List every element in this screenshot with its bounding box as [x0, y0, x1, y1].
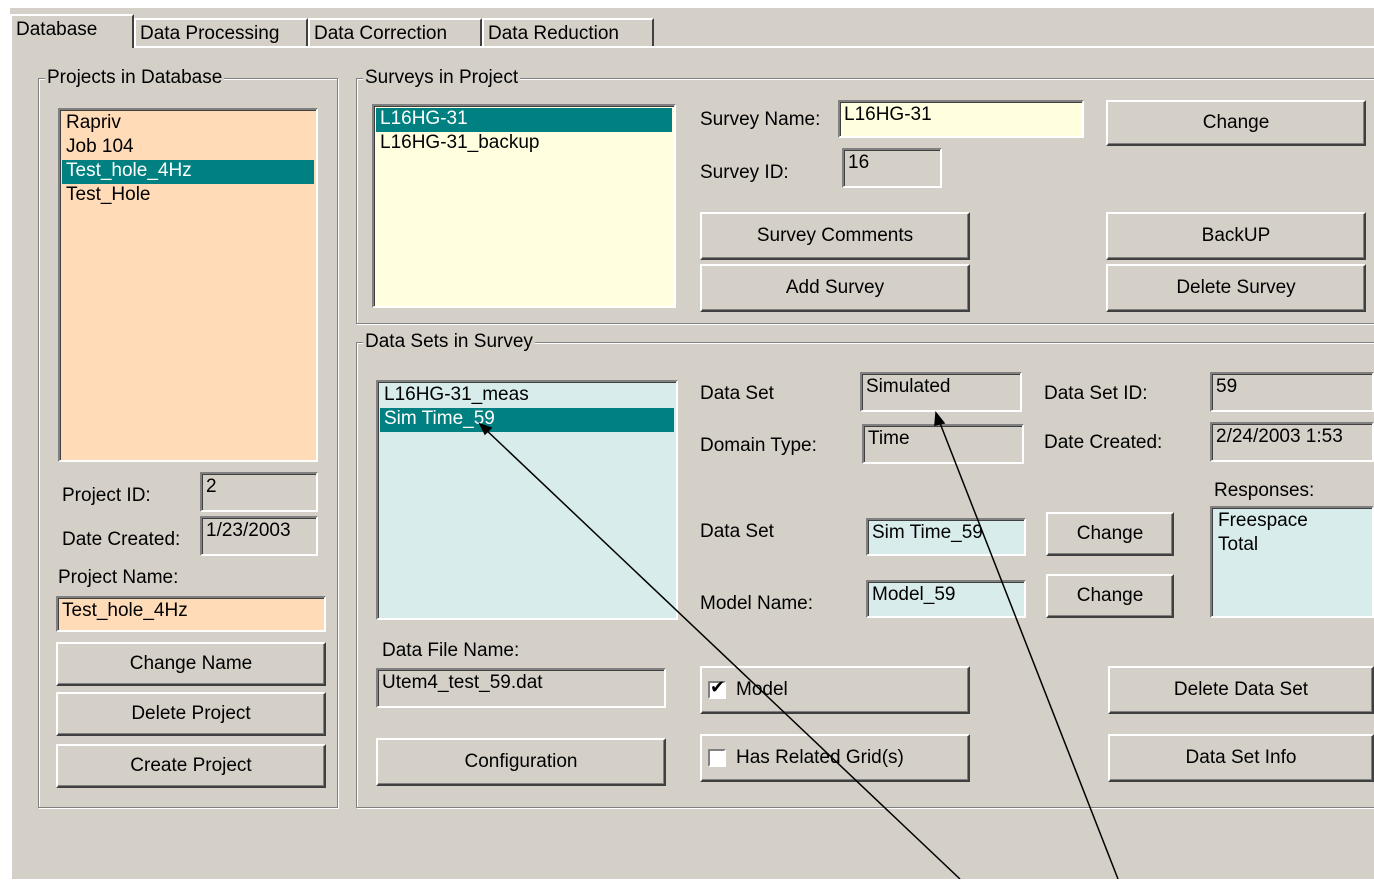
tab-data-correction[interactable]: Data Correction: [308, 18, 482, 48]
responses-list[interactable]: Freespace Total: [1210, 506, 1374, 618]
projects-list[interactable]: Rapriv Job 104 Test_hole_4Hz Test_Hole: [58, 108, 318, 462]
dataset-date-field: 2/24/2003 1:53: [1210, 422, 1374, 462]
list-item[interactable]: L16HG-31: [376, 108, 672, 132]
list-item[interactable]: Total: [1214, 534, 1370, 558]
datasets-legend: Data Sets in Survey: [363, 331, 535, 353]
model-change-button[interactable]: Change: [1046, 574, 1174, 618]
model-checkbox[interactable]: ✔ Model: [700, 666, 970, 714]
survey-comments-button[interactable]: Survey Comments: [700, 212, 970, 260]
delete-survey-button[interactable]: Delete Survey: [1106, 264, 1366, 312]
check-icon: ✔: [710, 677, 726, 697]
add-survey-button[interactable]: Add Survey: [700, 264, 970, 312]
list-item[interactable]: Test_hole_4Hz: [62, 160, 314, 184]
responses-label: Responses:: [1214, 480, 1315, 501]
dataset-name-field[interactable]: Sim Time_59: [866, 518, 1026, 556]
list-item[interactable]: L16HG-31_backup: [376, 132, 672, 156]
dataset-type-field: Simulated: [860, 372, 1022, 412]
survey-change-button[interactable]: Change: [1106, 100, 1366, 146]
backup-button[interactable]: BackUP: [1106, 212, 1366, 260]
checkbox-box[interactable]: [708, 749, 726, 767]
tab-database[interactable]: Database: [10, 14, 134, 48]
survey-name-label: Survey Name:: [700, 109, 821, 130]
dataset-name-label: Data Set: [700, 521, 774, 542]
project-date-field[interactable]: 1/23/2003: [200, 516, 318, 556]
dataset-change-button[interactable]: Change: [1046, 512, 1174, 556]
list-item[interactable]: Freespace: [1214, 510, 1370, 534]
model-name-field[interactable]: Model_59: [866, 580, 1026, 618]
list-item[interactable]: Rapriv: [62, 112, 314, 136]
configuration-button[interactable]: Configuration: [376, 738, 666, 786]
model-name-label: Model Name:: [700, 593, 813, 614]
projects-legend: Projects in Database: [45, 67, 225, 89]
list-item[interactable]: L16HG-31_meas: [380, 384, 674, 408]
project-id-field[interactable]: 2: [200, 472, 318, 512]
domain-type-label: Domain Type:: [700, 435, 817, 456]
project-date-label: Date Created:: [62, 529, 181, 550]
dataset-id-field: 59: [1210, 372, 1374, 412]
has-related-grids-checkbox[interactable]: Has Related Grid(s): [700, 734, 970, 782]
surveys-legend: Surveys in Project: [363, 67, 521, 89]
survey-id-label: Survey ID:: [700, 162, 789, 183]
create-project-button[interactable]: Create Project: [56, 744, 326, 788]
list-item[interactable]: Test_Hole: [62, 184, 314, 208]
delete-project-button[interactable]: Delete Project: [56, 692, 326, 736]
change-name-button[interactable]: Change Name: [56, 642, 326, 686]
project-name-label: Project Name:: [58, 567, 179, 588]
project-id-label: Project ID:: [62, 485, 151, 506]
model-checkbox-label: Model: [736, 679, 788, 700]
data-file-label: Data File Name:: [382, 640, 520, 661]
surveys-list[interactable]: L16HG-31 L16HG-31_backup: [372, 104, 676, 308]
dataset-info-button[interactable]: Data Set Info: [1108, 734, 1374, 782]
delete-dataset-button[interactable]: Delete Data Set: [1108, 666, 1374, 714]
tab-data-reduction[interactable]: Data Reduction: [482, 18, 654, 48]
grid-checkbox-label: Has Related Grid(s): [736, 747, 904, 768]
data-file-field: Utem4_test_59.dat: [376, 668, 666, 708]
dataset-label: Data Set: [700, 383, 774, 404]
checkbox-box[interactable]: ✔: [708, 677, 726, 699]
project-name-field[interactable]: Test_hole_4Hz: [56, 596, 326, 632]
list-item[interactable]: Job 104: [62, 136, 314, 160]
survey-id-field[interactable]: 16: [842, 148, 942, 188]
tab-data-processing[interactable]: Data Processing: [134, 18, 308, 48]
domain-type-field: Time: [862, 424, 1024, 464]
datasets-list[interactable]: L16HG-31_meas Sim Time_59: [376, 380, 678, 620]
survey-name-field[interactable]: L16HG-31: [838, 100, 1084, 138]
dataset-date-label: Date Created:: [1044, 432, 1163, 453]
dataset-id-label: Data Set ID:: [1044, 383, 1148, 404]
list-item[interactable]: Sim Time_59: [380, 408, 674, 432]
